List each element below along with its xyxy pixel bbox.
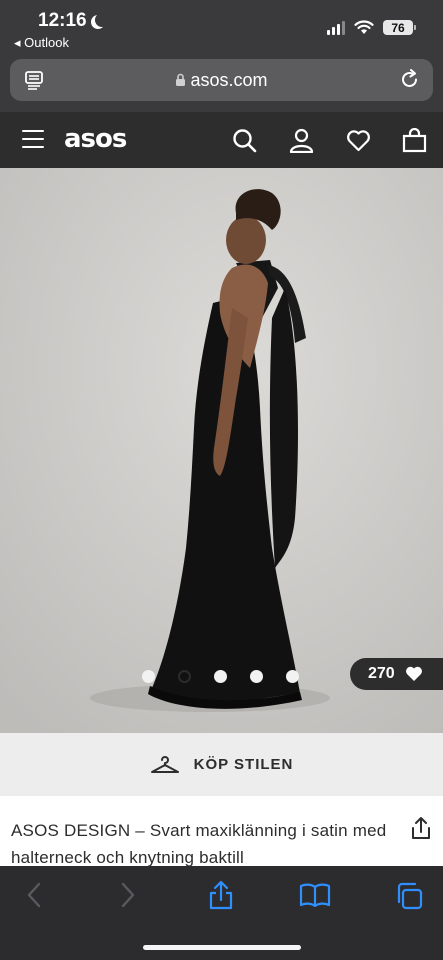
back-arrow-icon[interactable] [26, 882, 42, 908]
status-indicators: 76 [327, 20, 416, 35]
hanger-icon [150, 755, 179, 773]
share-icon[interactable] [410, 816, 432, 840]
search-icon[interactable] [232, 128, 257, 153]
gallery-dot[interactable] [142, 670, 155, 683]
saved-items-heart-icon[interactable] [346, 128, 371, 153]
cellular-signal-icon [327, 20, 345, 35]
heart-filled-icon [405, 666, 422, 681]
site-header: asos [0, 112, 443, 168]
share-sheet-icon[interactable] [208, 880, 234, 910]
browser-address-area: asos.com [0, 56, 443, 112]
browser-toolbar [0, 866, 443, 960]
product-info: ASOS DESIGN – Svart maxiklänning i satin… [0, 796, 443, 867]
url-display: asos.com [10, 70, 433, 91]
asos-logo[interactable]: asos [64, 124, 127, 154]
moon-icon [95, 13, 109, 27]
address-bar[interactable]: asos.com [10, 59, 433, 101]
gallery-dot[interactable] [286, 670, 299, 683]
gallery-dot[interactable] [250, 670, 263, 683]
wifi-icon [354, 20, 374, 34]
shop-the-look-button[interactable]: KÖP STILEN [0, 733, 443, 796]
battery-icon: 76 [383, 20, 416, 35]
shop-the-look-label: KÖP STILEN [193, 756, 294, 773]
forward-arrow-icon[interactable] [120, 882, 136, 908]
gallery-dot[interactable] [214, 670, 227, 683]
status-time: 12:16 [38, 10, 105, 32]
saves-count-badge[interactable]: 270 [350, 658, 443, 690]
saves-count: 270 [368, 665, 395, 682]
lock-icon [176, 73, 186, 86]
bookmarks-icon[interactable] [299, 882, 331, 908]
tabs-icon[interactable] [395, 882, 423, 910]
product-image-gallery[interactable]: 270 [0, 168, 443, 733]
product-title: ASOS DESIGN – Svart maxiklänning i satin… [11, 821, 387, 867]
home-indicator[interactable] [143, 945, 301, 950]
shopping-bag-icon[interactable] [402, 128, 427, 153]
product-photo [0, 168, 443, 733]
gallery-dot-active[interactable] [178, 670, 191, 683]
account-icon[interactable] [289, 128, 314, 153]
menu-icon[interactable] [22, 130, 44, 148]
status-bar: 12:16 ◂ Outlook 76 [0, 0, 443, 56]
gallery-pagination [142, 670, 299, 683]
url-text: asos.com [190, 70, 268, 90]
clock: 12:16 [38, 10, 87, 31]
back-to-app-link[interactable]: ◂ Outlook [14, 35, 69, 51]
reload-icon[interactable] [399, 69, 420, 90]
